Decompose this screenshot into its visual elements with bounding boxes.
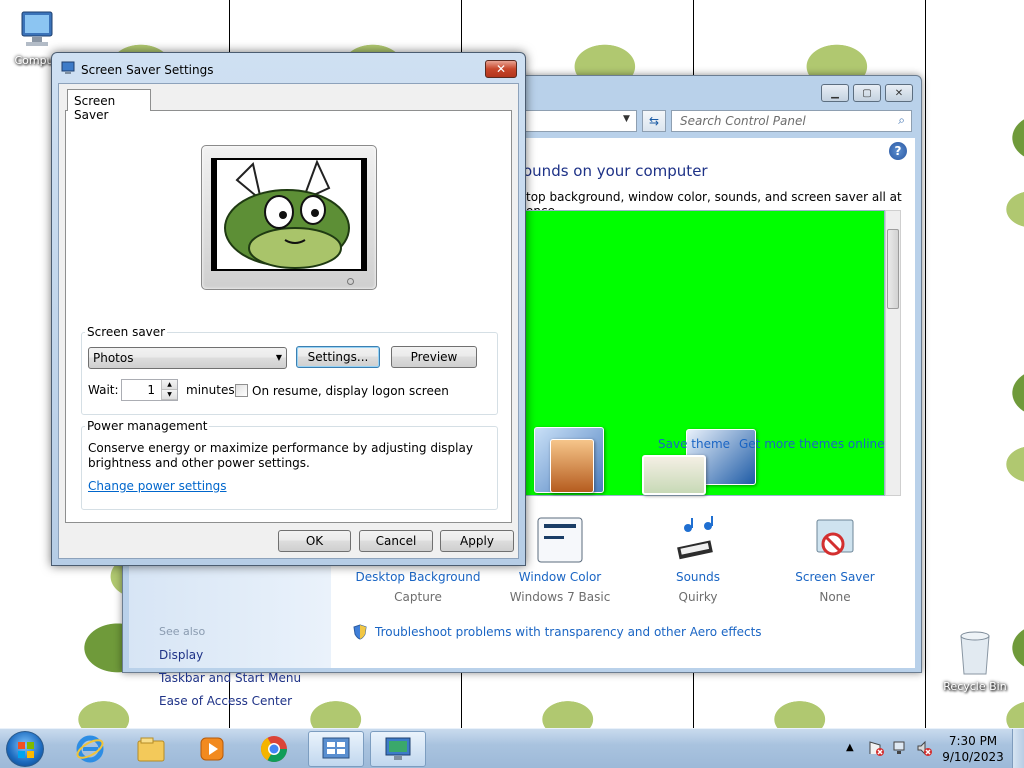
close-button[interactable]: ✕ — [885, 84, 913, 102]
screen-saver-item[interactable]: Screen Saver None — [770, 516, 900, 604]
clock[interactable]: 7:30 PM 9/10/2023 — [934, 733, 1012, 765]
power-management-group-label: Power management — [85, 419, 210, 433]
preview-image — [217, 160, 361, 269]
screen-saver-group-label: Screen saver — [85, 325, 168, 339]
network-icon[interactable] — [892, 740, 908, 756]
cancel-button[interactable]: Cancel — [359, 530, 433, 552]
theme-list[interactable] — [525, 210, 885, 496]
internet-explorer-icon[interactable] — [62, 731, 118, 767]
stepper-up-icon[interactable]: ▲ — [162, 380, 177, 390]
show-desktop-button[interactable] — [1012, 729, 1024, 768]
screen-saver-settings-icon — [61, 61, 75, 75]
desktop-icon-label: Recycle Bin — [943, 680, 1007, 693]
display-link[interactable]: Display — [159, 648, 203, 662]
item-value: Capture — [394, 590, 442, 604]
show-hidden-icons-icon[interactable]: ▲ — [846, 742, 854, 753]
scrollbar-thumb[interactable] — [887, 229, 899, 309]
search-input[interactable]: Search Control Panel ⌕ — [671, 110, 912, 132]
minutes-label: minutes — [186, 383, 235, 397]
wait-minutes-stepper[interactable]: 1 ▲ ▼ — [121, 379, 178, 401]
clock-time: 7:30 PM — [948, 734, 998, 748]
search-icon[interactable]: ⌕ — [898, 113, 905, 128]
screen-saver-settings-dialog: Screen Saver Settings ✕ Screen Saver Scr… — [51, 52, 526, 566]
help-icon[interactable]: ? — [889, 142, 907, 160]
item-label: Window Color — [518, 570, 602, 584]
taskbar: ▲ 7:30 PM 9/10/2023 — [0, 728, 1024, 768]
item-value: None — [819, 590, 851, 604]
windows-explorer-icon[interactable] — [123, 731, 179, 767]
save-theme-link[interactable]: Save theme — [658, 437, 730, 451]
resume-logon-label[interactable]: On resume, display logon screen — [252, 384, 449, 398]
search-placeholder: Search Control Panel — [680, 114, 806, 128]
screen-saver-icon — [811, 516, 859, 564]
sounds-item[interactable]: Sounds Quirky — [633, 516, 763, 604]
dialog-body: Screen Saver Screen saver Photos ▼ Setti… — [58, 83, 519, 559]
screen-saver-select[interactable]: Photos ▼ — [88, 347, 287, 369]
start-button[interactable] — [6, 731, 44, 767]
item-label: Screen Saver — [795, 570, 875, 584]
theme-thumbnail-selected[interactable] — [642, 455, 706, 495]
address-dropdown-icon[interactable]: ▼ — [623, 114, 630, 124]
chevron-down-icon: ▼ — [275, 353, 282, 362]
computer-icon — [12, 8, 56, 52]
ok-button[interactable]: OK — [278, 530, 351, 552]
preview-monitor — [201, 145, 377, 290]
apply-button[interactable]: Apply — [440, 530, 514, 552]
taskbar-start-menu-link[interactable]: Taskbar and Start Menu — [159, 671, 301, 685]
resume-logon-checkbox[interactable] — [235, 384, 248, 397]
change-power-settings-link[interactable]: Change power settings — [88, 479, 227, 493]
media-player-icon[interactable] — [184, 731, 240, 767]
action-center-icon[interactable] — [868, 740, 884, 756]
screen-saver-settings-icon[interactable] — [370, 731, 426, 767]
tab-screen-saver[interactable]: Screen Saver — [67, 89, 151, 122]
item-label: Desktop Background — [355, 570, 481, 584]
minimize-button[interactable]: ▁ — [821, 84, 849, 102]
get-more-themes-link[interactable]: Get more themes online — [739, 437, 885, 451]
ease-of-access-link[interactable]: Ease of Access Center — [159, 694, 292, 708]
see-also-heading: See also — [159, 625, 206, 638]
close-button[interactable]: ✕ — [485, 60, 517, 78]
shield-icon — [353, 624, 367, 643]
control-panel-icon[interactable] — [308, 731, 364, 767]
item-label: Sounds — [675, 570, 721, 584]
volume-muted-icon[interactable] — [916, 740, 932, 756]
stepper-down-icon[interactable]: ▼ — [162, 390, 177, 400]
power-description-line-1: Conserve energy or maximize performance … — [88, 441, 473, 455]
settings-button[interactable]: Settings... — [296, 346, 380, 368]
clock-date: 9/10/2023 — [942, 750, 1004, 764]
page-heading: ounds on your computer — [523, 162, 708, 180]
item-value: Quirky — [678, 590, 718, 604]
window-color-icon — [536, 516, 584, 564]
selected-screen-saver: Photos — [93, 351, 134, 365]
desktop-icon-recycle-bin[interactable]: Recycle Bin — [937, 628, 1013, 693]
wait-label: Wait: — [88, 383, 119, 397]
item-value: Windows 7 Basic — [509, 590, 611, 604]
maximize-button[interactable]: ▢ — [853, 84, 881, 102]
dialog-title: Screen Saver Settings — [81, 63, 214, 77]
theme-scrollbar[interactable] — [885, 210, 901, 496]
stepper-buttons[interactable]: ▲ ▼ — [161, 380, 177, 400]
recycle-bin-icon — [955, 628, 995, 678]
wait-value: 1 — [147, 383, 155, 397]
power-description-line-2: brightness and other power settings. — [88, 456, 310, 470]
sounds-icon — [674, 516, 722, 564]
monitor-power-led — [347, 278, 354, 285]
screen-saver-group — [81, 332, 498, 415]
troubleshoot-aero-link[interactable]: Troubleshoot problems with transparency … — [375, 625, 762, 639]
theme-thumbnail — [550, 439, 594, 493]
preview-screen — [211, 158, 367, 271]
tab-panel: Screen saver Photos ▼ Settings... Previe… — [65, 110, 512, 523]
window-controls: ▁ ▢ ✕ — [821, 84, 913, 102]
chrome-icon[interactable] — [246, 731, 302, 767]
preview-button[interactable]: Preview — [391, 346, 477, 368]
refresh-icon[interactable]: ⇆ — [642, 110, 666, 132]
